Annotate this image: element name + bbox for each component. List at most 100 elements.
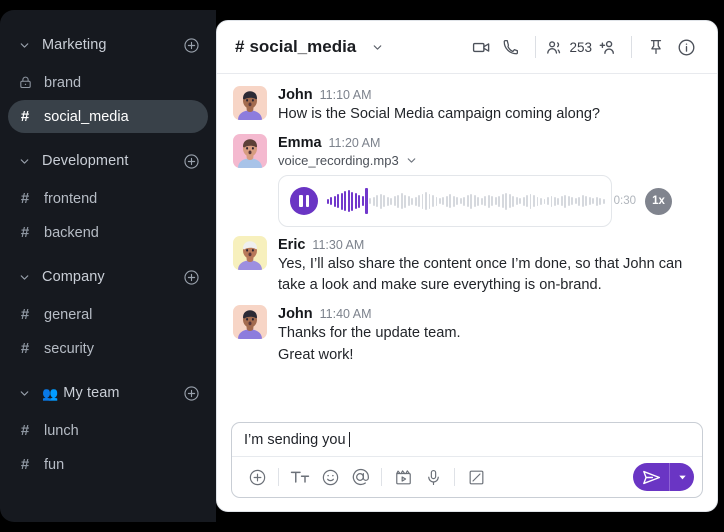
waveform-bar: [585, 196, 588, 207]
waveform-bar: [466, 195, 469, 208]
member-count-group[interactable]: 253: [545, 38, 592, 57]
send-icon[interactable]: [633, 463, 669, 491]
sidebar-item-general[interactable]: # general: [8, 298, 208, 331]
sidebar-item-label: security: [44, 340, 94, 357]
sidebar-group-company[interactable]: Company: [0, 260, 216, 294]
avatar: [233, 305, 267, 340]
chevron-down-icon[interactable]: [14, 155, 34, 168]
sidebar-item-label: brand: [44, 74, 82, 91]
sidebar-item-label: social_media: [44, 108, 129, 125]
message-text: Yes, I’ll also share the content once I’…: [278, 254, 701, 296]
hash-icon: #: [235, 37, 245, 56]
waveform-bar: [553, 196, 556, 206]
chat-app-window: Marketing brand # social_media Development # f…: [0, 0, 724, 532]
plus-circle-icon[interactable]: [182, 152, 200, 170]
sidebar-group-my-team[interactable]: 👥 My team: [0, 376, 216, 410]
mention-icon[interactable]: [345, 462, 375, 492]
playback-speed-badge[interactable]: 1x: [645, 187, 673, 215]
loom-icon[interactable]: [461, 462, 491, 492]
waveform-bar: [340, 192, 343, 210]
members-icon: [545, 38, 564, 57]
message-text-line: Thanks for the update team.: [278, 325, 461, 342]
info-icon[interactable]: [671, 32, 701, 62]
sidebar-item-lunch[interactable]: # lunch: [8, 414, 208, 447]
chevron-down-icon[interactable]: [405, 154, 418, 167]
chevron-down-icon[interactable]: [14, 387, 34, 400]
plus-circle-icon[interactable]: [182, 384, 200, 402]
microphone-icon[interactable]: [418, 462, 448, 492]
sidebar-item-backend[interactable]: # backend: [8, 216, 208, 249]
emoji-icon[interactable]: [315, 462, 345, 492]
channel-name: social_media: [249, 37, 357, 56]
waveform-bar: [418, 195, 420, 208]
toolbar-divider-3: [454, 468, 455, 486]
message-list: John 11:10 AM How is the Social Media camp…: [217, 74, 717, 422]
chevron-down-icon[interactable]: [371, 41, 384, 54]
waveform-bar: [526, 195, 528, 208]
text-format-icon[interactable]: [285, 462, 315, 492]
waveform-bar: [386, 196, 389, 206]
waveform-bar: [456, 197, 459, 206]
video-clip-icon[interactable]: [388, 462, 418, 492]
send-button[interactable]: [633, 463, 694, 491]
waveform-bar: [480, 197, 483, 205]
message-text: Thanks for the update team. Great work!: [278, 323, 701, 365]
audio-player: 0:30 1x: [278, 175, 673, 228]
sidebar-item-frontend[interactable]: # frontend: [8, 182, 208, 215]
message-timestamp: 11:10 AM: [319, 88, 372, 102]
sidebar-group-label: 👥 My team: [42, 385, 120, 401]
waveform-bar: [602, 198, 605, 204]
sidebar-item-brand[interactable]: brand: [8, 66, 208, 99]
sidebar-item-security[interactable]: # security: [8, 332, 208, 365]
waveform-bar: [369, 198, 372, 205]
waveform-bar: [536, 196, 539, 206]
waveform-bar: [574, 198, 577, 205]
sidebar-item-social_media[interactable]: # social_media: [8, 100, 208, 133]
phone-call-icon[interactable]: [496, 32, 526, 62]
message-text: How is the Social Media campaign coming …: [278, 104, 701, 125]
message-body: Eric 11:30 AM Yes, I’ll also share the con…: [278, 236, 701, 296]
waveform-bar: [379, 193, 382, 209]
add-member-icon[interactable]: [592, 32, 622, 62]
hash-icon: #: [20, 108, 30, 125]
waveform-bar: [425, 192, 427, 211]
waveform-bar: [487, 194, 490, 208]
attachment-filename-row[interactable]: voice_recording.mp3: [278, 153, 701, 168]
message-input[interactable]: I’m sending you: [232, 423, 702, 457]
waveform-bar: [508, 194, 511, 209]
plus-circle-icon[interactable]: [182, 36, 200, 54]
waveform-bar: [376, 195, 379, 208]
sidebar-group-marketing[interactable]: Marketing: [0, 28, 216, 62]
people-emoji-icon: 👥: [42, 385, 59, 401]
hash-icon: #: [20, 306, 30, 323]
audio-waveform[interactable]: [327, 186, 605, 216]
waveform-bar: [358, 194, 361, 208]
send-options-chevron-down-icon[interactable]: [670, 463, 694, 491]
pause-icon[interactable]: [290, 187, 318, 216]
message-timestamp: 11:30 AM: [312, 238, 365, 253]
waveform-bar: [581, 195, 584, 208]
message-input-value: I’m sending you: [244, 431, 346, 448]
pin-icon[interactable]: [641, 32, 671, 62]
waveform-bar: [351, 191, 354, 211]
waveform-bar: [519, 198, 522, 205]
waveform-bar: [484, 196, 487, 207]
sidebar-group-development[interactable]: Development: [0, 144, 216, 178]
waveform-bar: [560, 196, 563, 207]
waveform-bar: [327, 198, 329, 204]
waveform-bar: [421, 193, 424, 209]
chevron-down-icon[interactable]: [14, 271, 34, 284]
channel-title[interactable]: # social_media: [235, 37, 384, 57]
chevron-down-icon[interactable]: [14, 39, 34, 52]
waveform-bar: [543, 198, 546, 204]
toolbar-divider-1: [278, 468, 279, 486]
message-item: John 11:10 AM How is the Social Media camp…: [233, 86, 701, 125]
waveform-bar: [372, 196, 375, 206]
add-attachment-icon[interactable]: [242, 462, 272, 492]
video-call-icon[interactable]: [466, 32, 496, 62]
message-header: John 11:40 AM: [278, 306, 701, 322]
avatar: [233, 236, 267, 271]
waveform-bar: [442, 197, 445, 206]
plus-circle-icon[interactable]: [182, 268, 200, 286]
sidebar-item-fun[interactable]: # fun: [8, 448, 208, 481]
